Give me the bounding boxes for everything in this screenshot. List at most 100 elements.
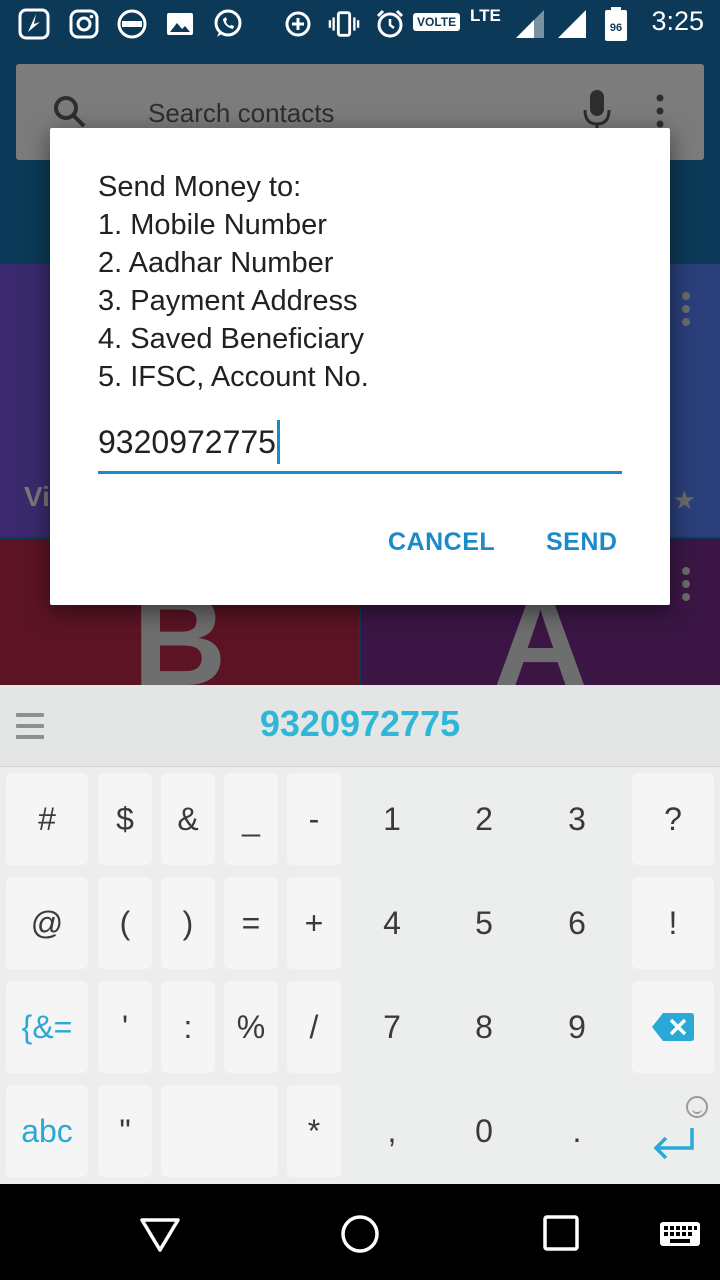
key-5[interactable]: 5 <box>438 877 530 969</box>
instagram-icon <box>68 8 100 40</box>
search-placeholder: Search contacts <box>148 98 335 128</box>
dialog-message-line: 1. Mobile Number <box>98 209 327 241</box>
tile-menu-icon[interactable] <box>682 567 690 606</box>
key-label: _ <box>242 800 260 837</box>
recents-button[interactable] <box>540 1212 584 1256</box>
tile-menu-icon[interactable] <box>682 292 690 331</box>
key-label: ! <box>668 904 678 941</box>
key-label: . <box>572 1112 582 1149</box>
dialog-message-line: 5. IFSC, Account No. <box>98 361 369 393</box>
key-label: : <box>183 1008 193 1045</box>
alarm-icon <box>374 8 406 40</box>
app-shortcut-icon <box>18 8 50 40</box>
key-label: 3 <box>568 800 586 837</box>
star-icon[interactable]: ★ <box>673 486 696 516</box>
key-8[interactable]: 8 <box>438 981 530 1073</box>
key-plus[interactable]: + <box>287 877 341 969</box>
send-button[interactable]: SEND <box>546 528 617 557</box>
enter-icon <box>653 1128 694 1160</box>
send-money-dialog: Send Money to: 1. Mobile Number 2. Aadha… <box>50 128 670 605</box>
suggestion-word[interactable]: 9320972775 <box>0 703 720 745</box>
key-label: 7 <box>383 1008 401 1045</box>
battery-icon: 96 <box>602 7 630 41</box>
key-7[interactable]: 7 <box>346 981 438 1073</box>
key-dollar[interactable]: $ <box>98 773 152 865</box>
key-underscore[interactable]: _ <box>224 773 278 865</box>
key-9[interactable]: 9 <box>530 981 624 1073</box>
key-label: 2 <box>475 800 493 837</box>
key-2[interactable]: 2 <box>438 773 530 865</box>
key-more-symbols[interactable]: {&= <box>6 981 88 1073</box>
battery-level: 96 <box>610 22 622 34</box>
key-label: ( <box>119 904 131 941</box>
data-saver-icon <box>282 8 314 40</box>
chat-app-icon <box>116 8 148 40</box>
dialog-message-line: 3. Payment Address <box>98 285 358 317</box>
recipient-input-value: 9320972775 <box>98 424 276 460</box>
key-slash[interactable]: / <box>287 981 341 1073</box>
key-label: 6 <box>568 904 586 941</box>
vibrate-icon <box>328 8 360 40</box>
key-0[interactable]: 0 <box>438 1085 530 1177</box>
key-3[interactable]: 3 <box>530 773 624 865</box>
key-label: ' <box>121 1008 129 1045</box>
dialog-message: Send Money to: 1. Mobile Number 2. Aadha… <box>98 168 638 396</box>
key-label: ) <box>182 904 194 941</box>
status-bar: VOLTE LTE 96 3:25 <box>0 0 720 48</box>
key-label: % <box>236 1008 266 1045</box>
key-label: 4 <box>383 904 401 941</box>
key-label: 9 <box>568 1008 586 1045</box>
key-label: / <box>309 1008 319 1045</box>
key-exclamation[interactable]: ! <box>632 877 714 969</box>
key-open-paren[interactable]: ( <box>98 877 152 969</box>
back-button[interactable] <box>138 1212 182 1256</box>
key-label: 8 <box>475 1008 493 1045</box>
whatsapp-icon <box>212 8 244 40</box>
key-abc[interactable]: abc <box>6 1085 88 1177</box>
gallery-icon <box>164 8 196 40</box>
volte-icon: VOLTE <box>413 13 461 31</box>
suggestion-bar: 9320972775 <box>0 685 720 767</box>
backspace-key[interactable] <box>632 981 714 1073</box>
key-label: * <box>307 1112 321 1149</box>
key-space[interactable] <box>161 1085 278 1177</box>
dialog-message-line: Send Money to: <box>98 171 302 203</box>
key-percent[interactable]: % <box>224 981 278 1073</box>
key-label: abc <box>21 1112 73 1149</box>
signal-icon <box>514 8 546 40</box>
key-label: + <box>304 904 324 941</box>
key-label: @ <box>30 904 64 941</box>
key-close-paren[interactable]: ) <box>161 877 215 969</box>
key-apostrophe[interactable]: ' <box>98 981 152 1073</box>
key-1[interactable]: 1 <box>346 773 438 865</box>
keyboard-switch-icon[interactable] <box>658 1212 702 1256</box>
key-label: 1 <box>383 800 401 837</box>
key-ampersand[interactable]: & <box>161 773 215 865</box>
dialog-message-line: 4. Saved Beneficiary <box>98 323 364 355</box>
backspace-icon <box>652 1013 694 1041</box>
key-label: = <box>241 904 261 941</box>
key-label: - <box>308 800 320 837</box>
key-label: , <box>387 1112 397 1149</box>
cancel-button[interactable]: CANCEL <box>388 528 495 557</box>
key-label: " <box>119 1112 131 1149</box>
emoji-icon <box>686 1096 708 1118</box>
key-colon[interactable]: : <box>161 981 215 1073</box>
key-hash[interactable]: # <box>6 773 88 865</box>
key-label: 5 <box>475 904 493 941</box>
key-at[interactable]: @ <box>6 877 88 969</box>
key-4[interactable]: 4 <box>346 877 438 969</box>
key-question[interactable]: ? <box>632 773 714 865</box>
key-comma[interactable]: , <box>346 1085 438 1177</box>
key-label: $ <box>116 800 134 837</box>
dialog-message-line: 2. Aadhar Number <box>98 247 334 279</box>
key-asterisk[interactable]: * <box>287 1085 341 1177</box>
key-quote[interactable]: " <box>98 1085 152 1177</box>
key-equals[interactable]: = <box>224 877 278 969</box>
recipient-input[interactable]: 9320972775 <box>98 420 622 474</box>
key-minus[interactable]: - <box>287 773 341 865</box>
key-label: {&= <box>21 1008 73 1045</box>
key-period[interactable]: . <box>530 1085 624 1177</box>
home-button[interactable] <box>338 1212 382 1256</box>
key-6[interactable]: 6 <box>530 877 624 969</box>
